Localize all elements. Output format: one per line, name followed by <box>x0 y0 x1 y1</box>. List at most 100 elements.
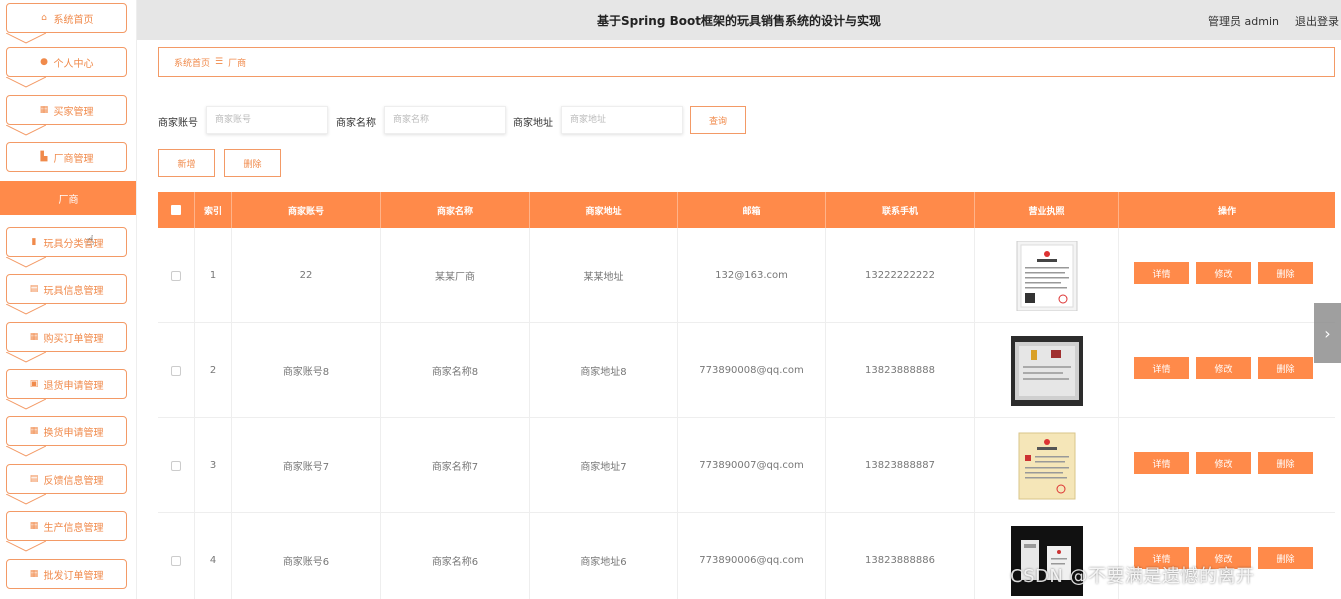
sidebar-item-vendor-active[interactable]: 厂商 <box>0 181 136 215</box>
business-license-image[interactable] <box>1011 431 1083 501</box>
cell-index: 1 <box>195 228 232 323</box>
watermark-text: CSDN @不要满是遗憾的离开 <box>1010 566 1255 587</box>
row-select-cell <box>158 228 195 323</box>
sidebar-item-label: 生产信息管理 <box>43 522 104 534</box>
nav-connector-icon <box>6 494 46 505</box>
col-name: 商家名称 <box>381 192 530 228</box>
detail-button[interactable]: 详情 <box>1134 357 1189 379</box>
sidebar-item-label: 反馈信息管理 <box>43 475 104 487</box>
table-icon: ▦ <box>29 568 39 579</box>
row-checkbox[interactable] <box>171 555 181 566</box>
cell-actions: 详情 修改 删除 <box>1119 323 1335 418</box>
sidebar-item-label: 批发订单管理 <box>43 570 104 582</box>
cell-email: 132@163.com <box>678 228 826 323</box>
breadcrumb-home[interactable]: 系统首页 <box>174 56 210 69</box>
business-license-image[interactable] <box>1010 335 1083 406</box>
detail-button[interactable]: 详情 <box>1134 262 1189 284</box>
grid-icon: ▦ <box>29 331 39 342</box>
account-label: 商家账号 <box>158 118 198 129</box>
doc-icon: ▣ <box>29 378 39 389</box>
delete-button[interactable]: 删除 <box>1258 452 1313 474</box>
cell-license <box>975 228 1119 323</box>
nav-connector-icon <box>6 352 46 363</box>
cell-phone: 13823888887 <box>826 418 975 513</box>
sidebar-item-buyers[interactable]: ▦ 买家管理 <box>6 95 127 125</box>
sidebar-item-home[interactable]: ⌂ 系统首页 <box>6 3 127 33</box>
sidebar-item-feedback[interactable]: ▤ 反馈信息管理 <box>6 464 127 494</box>
cell-email: 773890007@qq.com <box>678 418 826 513</box>
nav-connector-icon <box>6 399 46 410</box>
table-header: 索引 商家账号 商家名称 商家地址 邮箱 联系手机 营业执照 操作 <box>158 192 1335 228</box>
cell-address: 商家地址6 <box>530 513 678 599</box>
edit-button[interactable]: 修改 <box>1196 262 1251 284</box>
sidebar-item-vendors[interactable]: ▙ 厂商管理 <box>6 142 127 172</box>
breadcrumb: 系统首页 ☰ 厂商 <box>158 47 1335 77</box>
row-checkbox[interactable] <box>171 270 181 281</box>
app-title: 基于Spring Boot框架的玩具销售系统的设计与实现 <box>597 14 881 28</box>
name-search-input[interactable] <box>384 106 506 134</box>
account-search-input[interactable] <box>206 106 328 134</box>
col-phone: 联系手机 <box>826 192 975 228</box>
edit-button[interactable]: 修改 <box>1196 452 1251 474</box>
cell-address: 商家地址7 <box>530 418 678 513</box>
vendor-table: 索引 商家账号 商家名称 商家地址 邮箱 联系手机 营业执照 操作 1 22 某… <box>158 192 1335 599</box>
row-checkbox[interactable] <box>171 460 181 471</box>
delete-button[interactable]: 删除 <box>1258 547 1313 569</box>
col-account: 商家账号 <box>232 192 381 228</box>
table-row: 2 商家账号8 商家名称8 商家地址8 773890008@qq.com 138… <box>158 323 1335 418</box>
cell-phone: 13823888886 <box>826 513 975 599</box>
sidebar-item-returns[interactable]: ▣ 退货申请管理 <box>6 369 127 399</box>
nav-connector-icon <box>6 446 46 457</box>
col-email: 邮箱 <box>678 192 826 228</box>
current-user: 管理员 admin <box>1208 15 1279 28</box>
address-search-input[interactable] <box>561 106 683 134</box>
col-address: 商家地址 <box>530 192 678 228</box>
cell-phone: 13823888888 <box>826 323 975 418</box>
name-label: 商家名称 <box>336 118 376 129</box>
sidebar-item-toy-info[interactable]: ▤ 玩具信息管理 <box>6 274 127 304</box>
logout-link[interactable]: 退出登录 <box>1295 13 1339 29</box>
add-button[interactable]: 新增 <box>158 149 215 177</box>
delete-button[interactable]: 删除 <box>1258 357 1313 379</box>
nav-connector-icon <box>6 257 46 268</box>
breadcrumb-separator-icon: ☰ <box>215 57 224 67</box>
user-icon: ● <box>40 56 48 67</box>
select-all-checkbox[interactable] <box>171 205 181 215</box>
detail-button[interactable]: 详情 <box>1134 452 1189 474</box>
row-checkbox[interactable] <box>171 365 181 376</box>
sidebar-item-wholesale-orders[interactable]: ▦ 批发订单管理 <box>6 559 127 589</box>
delete-button[interactable]: 删除 <box>1258 262 1313 284</box>
cell-name: 某某厂商 <box>381 228 530 323</box>
table-row: 3 商家账号7 商家名称7 商家地址7 773890007@qq.com 138… <box>158 418 1335 513</box>
sidebar-item-exchanges[interactable]: ▦ 换货申请管理 <box>6 416 127 446</box>
cell-address: 某某地址 <box>530 228 678 323</box>
clipboard-icon: ▤ <box>29 283 39 294</box>
cell-actions: 详情 修改 删除 <box>1119 228 1335 323</box>
col-license: 营业执照 <box>975 192 1119 228</box>
cell-account: 商家账号6 <box>232 513 381 599</box>
sidebar-item-label: 个人中心 <box>53 58 94 70</box>
nav-connector-icon <box>6 541 46 552</box>
nav-connector-icon <box>6 77 46 88</box>
sidebar-item-production[interactable]: ▦ 生产信息管理 <box>6 511 127 541</box>
query-button[interactable]: 查询 <box>690 106 746 134</box>
sidebar: ⌂ 系统首页 ● 个人中心 ▦ 买家管理 ▙ 厂商管理 厂商 ▮ 玩具分类管理 … <box>0 0 137 599</box>
grid-icon: ▦ <box>29 425 39 436</box>
cell-license <box>975 323 1119 418</box>
edit-button[interactable]: 修改 <box>1196 357 1251 379</box>
sidebar-item-label: 玩具信息管理 <box>43 285 104 297</box>
cell-name: 商家名称8 <box>381 323 530 418</box>
chevron-right-icon[interactable]: › <box>1314 303 1341 363</box>
nav-connector-icon <box>6 125 46 136</box>
cell-index: 3 <box>195 418 232 513</box>
business-license-image[interactable] <box>1011 240 1083 311</box>
sidebar-item-purchase-orders[interactable]: ▦ 购买订单管理 <box>6 322 127 352</box>
sidebar-item-profile[interactable]: ● 个人中心 <box>6 47 127 77</box>
sidebar-item-toy-category[interactable]: ▮ 玩具分类管理 <box>6 227 127 257</box>
nav-connector-icon <box>6 304 46 315</box>
cell-account: 22 <box>232 228 381 323</box>
delete-selected-button[interactable]: 删除 <box>224 149 281 177</box>
home-icon: ⌂ <box>41 12 47 23</box>
sidebar-item-label: 换货申请管理 <box>43 427 104 439</box>
cell-license <box>975 418 1119 513</box>
